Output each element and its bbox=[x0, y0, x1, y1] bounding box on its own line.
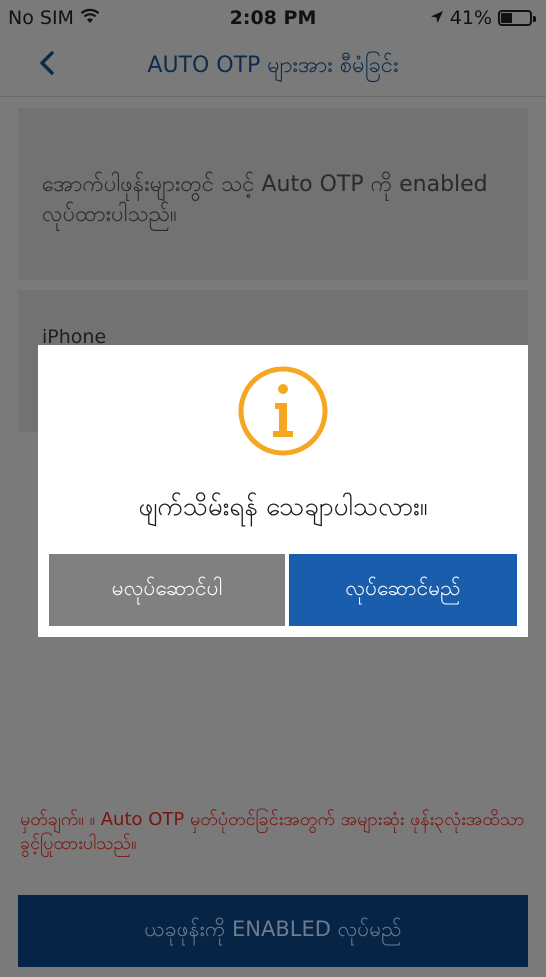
cancel-button-label: မလုပ်ဆောင်ပါ bbox=[111, 575, 223, 600]
info-card: အောက်ပါဖုန်းများတွင် သင့် Auto OTP ကို e… bbox=[18, 108, 528, 280]
enable-button-label: ယခုဖုန်းကို ENABLED လုပ်မည် bbox=[144, 916, 402, 941]
dialog-message: ဖျက်သိမ်းရန် သေချာပါသလား။ bbox=[138, 492, 428, 522]
info-icon bbox=[237, 365, 329, 457]
battery-percent: 41% bbox=[449, 7, 492, 29]
enable-this-phone-button[interactable]: ယခုဖုန်းကို ENABLED လုပ်မည် bbox=[18, 895, 528, 967]
cancel-button[interactable]: မလုပ်ဆောင်ပါ bbox=[49, 554, 285, 626]
note-text: မှတ်ချက်။ ။ Auto OTP မှတ်ပုံတင်ခြင်းအတွက… bbox=[20, 809, 525, 854]
status-bar: No SIM 2:08 PM 41% bbox=[0, 0, 546, 36]
location-arrow-icon bbox=[430, 7, 444, 29]
page-title: AUTO OTP များအား စီမံခြင်း bbox=[147, 53, 399, 78]
confirm-dialog: ဖျက်သိမ်းရန် သေချာပါသလား။ မလုပ်ဆောင်ပါ လ… bbox=[38, 345, 528, 637]
info-text: အောက်ပါဖုန်းများတွင် သင့် Auto OTP ကို e… bbox=[42, 172, 488, 227]
battery-icon bbox=[498, 10, 536, 26]
nav-bar: AUTO OTP များအား စီမံခြင်း bbox=[0, 36, 546, 97]
confirm-button[interactable]: လုပ်ဆောင်မည် bbox=[289, 554, 517, 626]
confirm-button-label: လုပ်ဆောင်မည် bbox=[345, 575, 461, 600]
